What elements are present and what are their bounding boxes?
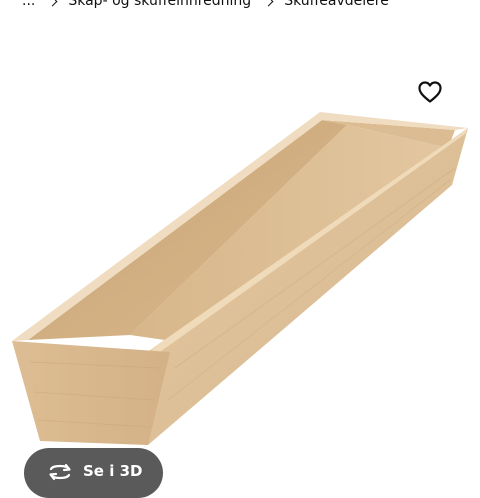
outer-end-face [12, 341, 170, 445]
breadcrumb-link-drawer-dividers[interactable]: Skuffeavdelere [284, 0, 389, 9]
view-in-3d-button[interactable]: Se i 3D [24, 448, 163, 498]
view-in-3d-label: Se i 3D [83, 462, 143, 480]
breadcrumb-ellipsis[interactable]: ... [22, 0, 35, 9]
rotate-360-icon [49, 463, 71, 481]
chevron-right-icon [47, 0, 58, 6]
chevron-right-icon [263, 0, 274, 6]
breadcrumb-link-cabinet-drawer-fittings[interactable]: Skap- og skuffeinnredning [68, 0, 251, 9]
breadcrumb: ... Skap- og skuffeinnredning Skuffeavde… [0, 0, 480, 11]
product-image-drawer-organizer[interactable] [0, 95, 480, 465]
